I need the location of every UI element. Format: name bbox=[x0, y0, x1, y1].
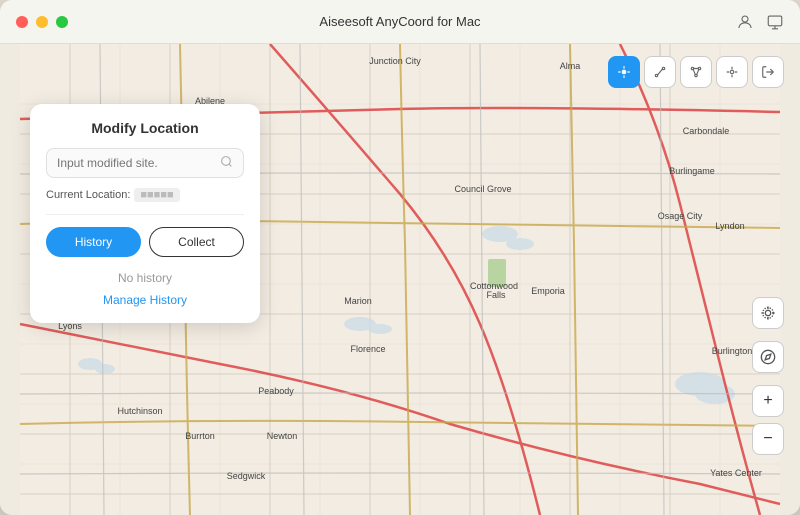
svg-text:Florence: Florence bbox=[350, 344, 385, 354]
minimize-button[interactable] bbox=[36, 16, 48, 28]
map-toolbar bbox=[608, 56, 784, 88]
my-location-button[interactable] bbox=[752, 297, 784, 329]
svg-text:Burlingame: Burlingame bbox=[669, 166, 715, 176]
titlebar-actions bbox=[736, 13, 784, 31]
exit-button[interactable] bbox=[752, 56, 784, 88]
multi-stop-button[interactable] bbox=[680, 56, 712, 88]
manage-history-link[interactable]: Manage History bbox=[46, 293, 244, 307]
app-window: Aiseesoft AnyCoord for Mac bbox=[0, 0, 800, 515]
traffic-lights bbox=[16, 16, 68, 28]
svg-text:Marion: Marion bbox=[344, 296, 372, 306]
svg-text:Sedgwick: Sedgwick bbox=[227, 471, 266, 481]
zoom-out-button[interactable]: − bbox=[752, 423, 784, 455]
modify-location-panel: Modify Location Current Location: ■■■■■ … bbox=[30, 104, 260, 323]
joystick-button[interactable] bbox=[716, 56, 748, 88]
svg-text:Burrton: Burrton bbox=[185, 431, 215, 441]
locate-tool-button[interactable] bbox=[608, 56, 640, 88]
svg-text:Emporia: Emporia bbox=[531, 286, 565, 296]
search-icon bbox=[220, 155, 233, 171]
no-history-text: No history bbox=[46, 271, 244, 285]
svg-text:Newton: Newton bbox=[267, 431, 298, 441]
current-location-label: Current Location: bbox=[46, 189, 130, 201]
screen-icon[interactable] bbox=[766, 13, 784, 31]
zoom-controls: + − bbox=[752, 297, 784, 455]
search-input[interactable] bbox=[57, 156, 220, 170]
zoom-in-button[interactable]: + bbox=[752, 385, 784, 417]
panel-title: Modify Location bbox=[46, 120, 244, 136]
svg-text:Osage City: Osage City bbox=[658, 211, 703, 221]
svg-text:Council Grove: Council Grove bbox=[454, 184, 511, 194]
svg-text:Hutchinson: Hutchinson bbox=[117, 406, 162, 416]
history-tab[interactable]: History bbox=[46, 227, 141, 257]
titlebar: Aiseesoft AnyCoord for Mac bbox=[0, 0, 800, 44]
map-container[interactable]: Junction City Alma Abilene Carbondale Bu… bbox=[0, 44, 800, 515]
svg-text:Alma: Alma bbox=[560, 61, 581, 71]
svg-text:Lyndon: Lyndon bbox=[715, 221, 744, 231]
user-icon[interactable] bbox=[736, 13, 754, 31]
compass-button[interactable] bbox=[752, 341, 784, 373]
svg-text:Falls: Falls bbox=[486, 290, 506, 300]
search-box[interactable] bbox=[46, 148, 244, 178]
close-button[interactable] bbox=[16, 16, 28, 28]
svg-text:Carbondale: Carbondale bbox=[683, 126, 730, 136]
collect-tab[interactable]: Collect bbox=[149, 227, 244, 257]
route-tool-button[interactable] bbox=[644, 56, 676, 88]
maximize-button[interactable] bbox=[56, 16, 68, 28]
app-title: Aiseesoft AnyCoord for Mac bbox=[319, 14, 480, 29]
svg-text:Yates Center: Yates Center bbox=[710, 468, 762, 478]
current-location-value: ■■■■■ bbox=[134, 188, 179, 202]
svg-text:Peabody: Peabody bbox=[258, 386, 294, 396]
tabs-row: History Collect bbox=[46, 227, 244, 257]
current-location-row: Current Location: ■■■■■ bbox=[46, 188, 244, 215]
svg-text:Burlington: Burlington bbox=[712, 346, 753, 356]
svg-text:Junction City: Junction City bbox=[369, 56, 421, 66]
